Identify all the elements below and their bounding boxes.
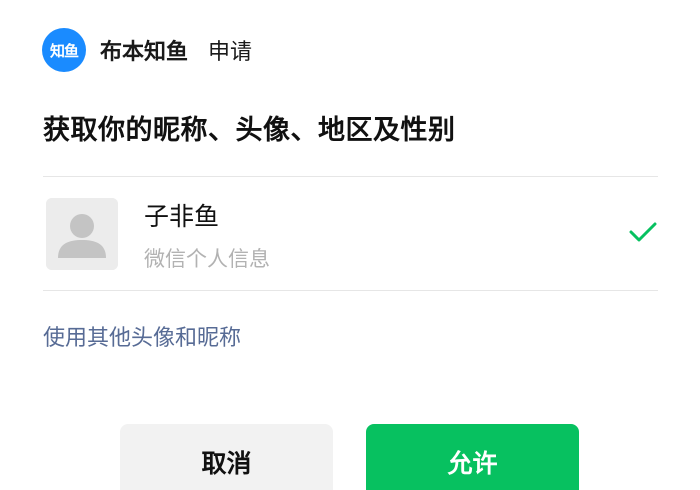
authorization-dialog: 知鱼 布本知鱼 申请 获取你的昵称、头像、地区及性别 子非鱼 微信个人信息 使用… <box>0 0 700 490</box>
app-header: 知鱼 布本知鱼 申请 <box>42 28 252 72</box>
profile-nickname: 子非鱼 <box>144 202 220 231</box>
cancel-button[interactable]: 取消 <box>120 424 333 490</box>
app-logo-icon: 知鱼 <box>42 28 86 72</box>
use-other-avatar-link[interactable]: 使用其他头像和昵称 <box>43 320 241 352</box>
app-name: 布本知鱼 <box>100 40 189 65</box>
allow-button[interactable]: 允许 <box>366 424 579 490</box>
default-avatar-icon <box>46 198 118 270</box>
checkmark-icon <box>629 222 657 242</box>
permission-request-title: 获取你的昵称、头像、地区及性别 <box>43 115 456 146</box>
profile-option-wechat[interactable]: 子非鱼 微信个人信息 <box>43 177 658 290</box>
profile-source-label: 微信个人信息 <box>144 247 270 271</box>
divider <box>43 290 658 291</box>
app-action-label: 申请 <box>208 40 253 65</box>
